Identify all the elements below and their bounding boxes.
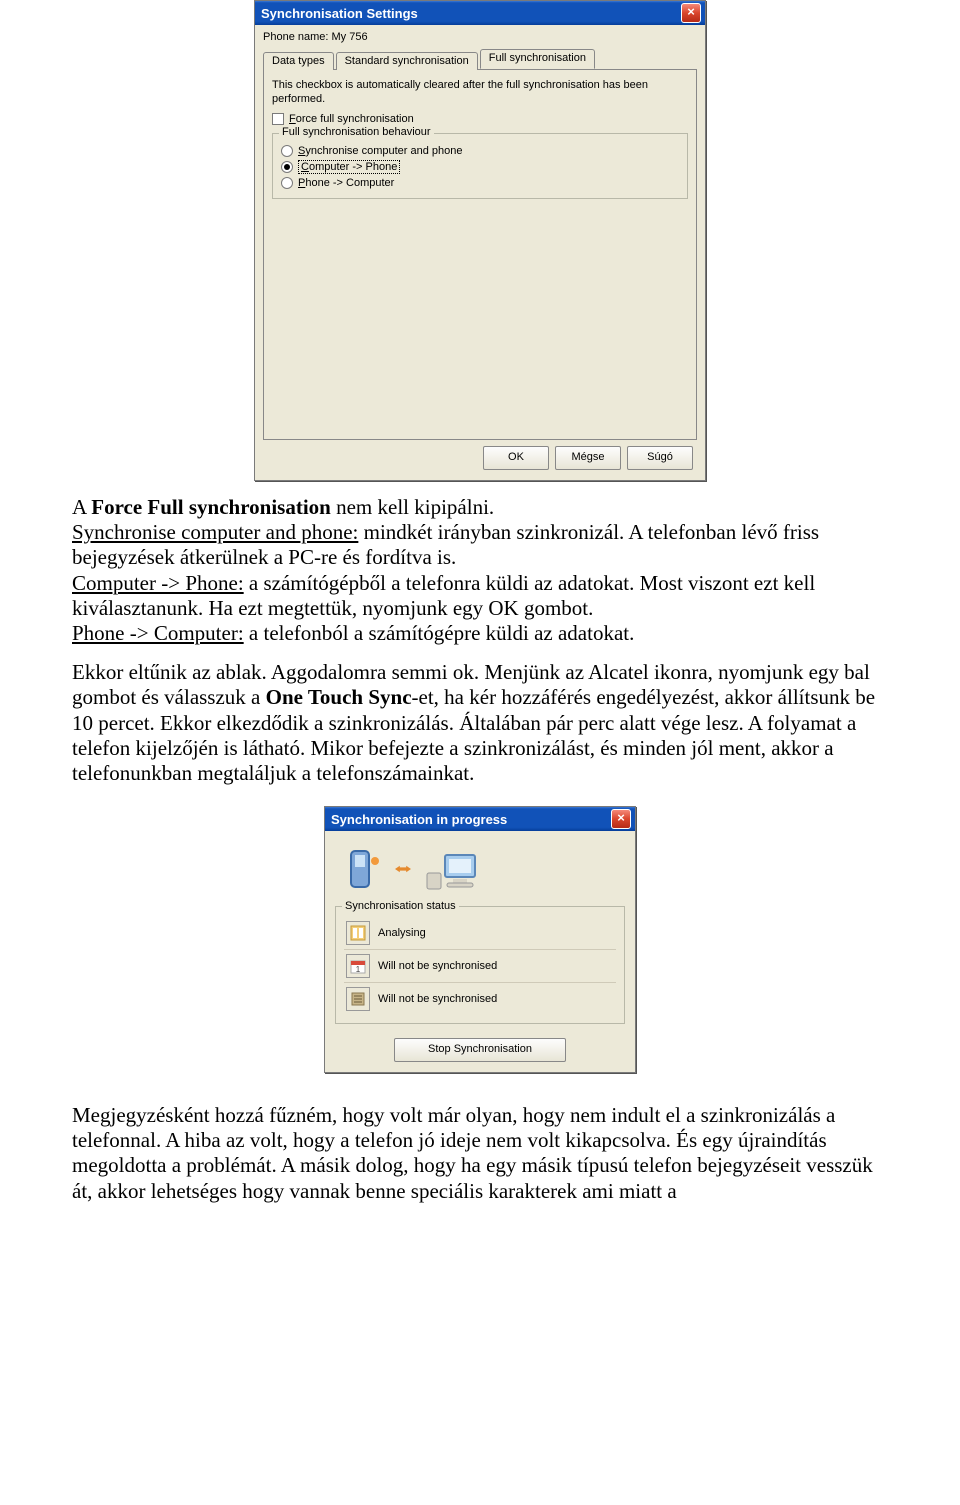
computer-icon [425, 847, 477, 894]
sync-status-group: Synchronisation status Analysing 1 Will … [335, 906, 625, 1024]
stop-sync-button[interactable]: Stop Synchronisation [394, 1038, 566, 1062]
force-full-sync-label: Force full synchronisation [289, 113, 414, 125]
status-text: Will not be synchronised [378, 993, 497, 1005]
button-bar: OK Mégse Súgó [263, 440, 697, 472]
status-legend: Synchronisation status [342, 900, 459, 912]
close-icon[interactable]: × [681, 3, 701, 23]
radio-phone-to-computer[interactable] [281, 177, 293, 189]
close-icon[interactable]: × [611, 809, 631, 829]
info-text: This checkbox is automatically cleared a… [272, 78, 688, 107]
titlebar[interactable]: Synchronisation in progress × [325, 807, 635, 831]
radio-phone-to-computer-row[interactable]: Phone -> Computer [281, 177, 679, 189]
notes-icon [346, 987, 370, 1011]
titlebar[interactable]: Synchronisation Settings × [255, 1, 705, 25]
radio-phone-to-computer-label: Phone -> Computer [298, 177, 394, 189]
phone-name-label: Phone name: My 756 [263, 31, 697, 43]
tab-full-sync[interactable]: Full synchronisation [480, 49, 595, 69]
phone-icon [345, 847, 381, 894]
sync-arrow-icon [395, 861, 411, 880]
tabs-row: Data types Standard synchronisation Full… [263, 47, 697, 70]
window-title: Synchronisation in progress [331, 812, 507, 827]
window-title: Synchronisation Settings [261, 6, 418, 21]
paragraph-2: Ekkor eltűnik az ablak. Aggodalomra semm… [72, 660, 888, 786]
force-full-sync-checkbox[interactable] [272, 113, 284, 125]
client-area: Phone name: My 756 Data types Standard s… [255, 25, 705, 480]
help-button[interactable]: Súgó [627, 446, 693, 470]
status-text: Analysing [378, 927, 426, 939]
status-row-calendar: 1 Will not be synchronised [344, 950, 616, 983]
radio-sync-both[interactable] [281, 145, 293, 157]
contacts-icon [346, 921, 370, 945]
tab-full-sync-pane: This checkbox is automatically cleared a… [263, 70, 697, 440]
cancel-button[interactable]: Mégse [555, 446, 621, 470]
client-area: Synchronisation status Analysing 1 Will … [325, 831, 635, 1072]
status-text: Will not be synchronised [378, 960, 497, 972]
radio-computer-to-phone[interactable] [281, 161, 293, 173]
svg-text:1: 1 [356, 965, 361, 974]
group-legend: Full synchronisation behaviour [279, 126, 434, 138]
force-full-sync-row[interactable]: Force full synchronisation [272, 113, 688, 125]
radio-computer-to-phone-row[interactable]: Computer -> Phone [281, 160, 679, 174]
ok-button[interactable]: OK [483, 446, 549, 470]
paragraph-3: Megjegyzésként hozzá fűzném, hogy volt m… [72, 1103, 888, 1204]
devices-icon-row [335, 841, 625, 906]
paragraph-1: A Force Full synchronisation nem kell ki… [72, 495, 888, 646]
radio-sync-both-label: Synchronise computer and phone [298, 145, 463, 157]
status-row-analysing: Analysing [344, 917, 616, 950]
radio-computer-to-phone-label: Computer -> Phone [298, 160, 400, 174]
sync-settings-dialog: Synchronisation Settings × Phone name: M… [254, 0, 706, 481]
calendar-icon: 1 [346, 954, 370, 978]
sync-progress-dialog: Synchronisation in progress × Synchronis… [324, 806, 636, 1073]
radio-sync-both-row[interactable]: Synchronise computer and phone [281, 145, 679, 157]
status-row-notes: Will not be synchronised [344, 983, 616, 1015]
full-sync-behaviour-group: Full synchronisation behaviour Synchroni… [272, 133, 688, 199]
tab-standard-sync[interactable]: Standard synchronisation [336, 52, 478, 70]
tab-data-types[interactable]: Data types [263, 52, 334, 70]
